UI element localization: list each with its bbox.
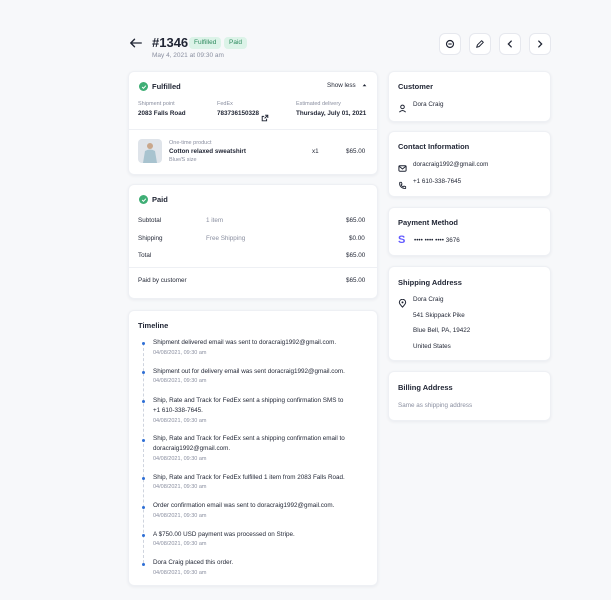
timeline-title: Timeline <box>138 321 169 330</box>
product-type: One-time product <box>169 140 212 146</box>
shipment-point-value: 2083 Falls Road <box>138 110 186 117</box>
check-circle-icon <box>139 195 148 204</box>
chevron-right-icon <box>538 40 543 48</box>
timeline-dot <box>142 439 145 442</box>
billing-address-title: Billing Address <box>398 383 453 392</box>
user-icon <box>398 100 407 118</box>
paid-badge: Paid <box>224 37 248 49</box>
contact-email[interactable]: doracraig1992@gmail.com <box>413 161 488 168</box>
refund-button[interactable] <box>439 33 461 55</box>
timeline-event-text-line2: +1 610-338-7645. <box>153 407 203 414</box>
billing-address-card <box>388 371 551 421</box>
billing-address-text: Same as shipping address <box>398 402 473 409</box>
shipping-label: Shipping <box>138 235 163 242</box>
product-name[interactable]: Cotton relaxed sweatshirt <box>169 148 246 155</box>
refund-icon <box>445 39 455 49</box>
back-arrow-icon[interactable] <box>130 36 146 50</box>
divider <box>129 267 377 268</box>
timeline-event-text: Shipment delivered email was sent to dor… <box>153 339 337 346</box>
timeline-event-text: Ship, Rate and Track for FedEx fulfilled… <box>153 474 345 481</box>
timeline-event-text: Order confirmation email was sent to dor… <box>153 502 335 509</box>
product-thumbnail <box>138 139 162 163</box>
contact-title: Contact Information <box>398 142 470 151</box>
timeline-event-time: 04/08/2021, 09:30 am <box>153 418 207 424</box>
external-link-icon[interactable] <box>261 109 269 127</box>
timeline-event-text: Shipment out for delivery email was sent… <box>153 368 345 375</box>
timeline-dot <box>142 342 145 345</box>
timeline-event-time: 04/08/2021, 09:30 am <box>153 484 207 490</box>
edit-button[interactable] <box>469 33 491 55</box>
product-qty: x1 <box>312 148 319 155</box>
payment-card <box>388 207 551 256</box>
contact-phone[interactable]: +1 610-338-7645 <box>413 178 461 185</box>
order-date: May 4, 2021 at 09:30 am <box>152 52 224 59</box>
customer-title: Customer <box>398 82 434 91</box>
shipping-line1: Dora Craig <box>413 296 444 303</box>
timeline-event-time: 04/08/2021, 09:30 am <box>153 570 207 576</box>
timeline-dot <box>142 506 145 509</box>
shipping-address-title: Shipping Address <box>398 278 462 287</box>
timeline-event-time: 04/08/2021, 09:30 am <box>153 456 207 462</box>
timeline-event-text: Ship, Rate and Track for FedEx sent a sh… <box>153 397 344 404</box>
timeline-dot <box>142 371 145 374</box>
total-amount: $65.00 <box>346 252 366 259</box>
timeline-event-time: 04/08/2021, 09:30 am <box>153 350 207 356</box>
timeline-event-text: A $750.00 USD payment was processed on S… <box>153 531 295 538</box>
customer-card <box>388 71 551 122</box>
subtotal-amount: $65.00 <box>346 217 366 224</box>
previous-order-button[interactable] <box>499 33 521 55</box>
show-less-toggle[interactable]: Show less <box>327 82 367 89</box>
paid-title: Paid <box>152 195 168 204</box>
timeline-dot <box>142 400 145 403</box>
timeline-event-time: 04/08/2021, 09:30 am <box>153 378 207 384</box>
shipment-point-label: Shipment point <box>138 101 175 107</box>
timeline-event-time: 04/08/2021, 09:30 am <box>153 513 207 519</box>
stripe-logo-icon: S <box>398 234 406 246</box>
shipping-line2: 541 Skippack Pike <box>413 312 465 319</box>
fulfilled-title: Fulfilled <box>152 82 181 91</box>
timeline-event-text: Ship, Rate and Track for FedEx sent a sh… <box>153 435 345 442</box>
divider <box>129 129 377 130</box>
subtotal-label: Subtotal <box>138 217 162 224</box>
phone-icon <box>398 177 407 195</box>
shipping-line3: Blue Bell, PA, 19422 <box>413 327 471 334</box>
timeline-dot <box>142 563 145 566</box>
customer-name[interactable]: Dora Craig <box>413 101 443 108</box>
tracking-number[interactable]: 783736150328 <box>217 110 259 117</box>
timeline-dot <box>142 477 145 480</box>
subtotal-detail: 1 item <box>206 217 224 224</box>
chevron-left-icon <box>507 40 512 48</box>
timeline-dot <box>142 534 145 537</box>
fulfilled-badge: Fulfilled <box>189 37 222 49</box>
product-price: $65.00 <box>346 148 366 155</box>
show-less-label: Show less <box>327 82 356 89</box>
paid-by-label: Paid by customer <box>138 277 187 284</box>
estimated-delivery-value: Thursday, July 01, 2021 <box>296 110 367 117</box>
check-circle-icon <box>139 82 148 91</box>
shipping-detail: Free Shipping <box>206 235 246 242</box>
timeline-event-text: Dora Craig placed this order. <box>153 559 234 566</box>
timeline-event-text-line2: doracraig1992@gmail.com. <box>153 445 231 452</box>
card-number-masked: •••• •••• •••• 3676 <box>414 237 460 244</box>
pencil-icon <box>476 40 484 48</box>
estimated-delivery-label: Estimated delivery <box>296 101 341 107</box>
paid-by-amount: $65.00 <box>346 277 366 284</box>
next-order-button[interactable] <box>529 33 551 55</box>
shipping-line4: United States <box>413 343 451 350</box>
shipping-amount: $0.00 <box>349 235 365 242</box>
total-label: Total <box>138 252 152 259</box>
chevron-up-icon <box>362 82 367 89</box>
carrier-label: FedEx <box>217 101 233 107</box>
product-variant: Blue/S size <box>169 157 197 163</box>
payment-title: Payment Method <box>398 218 459 227</box>
location-pin-icon <box>398 295 407 313</box>
mail-icon <box>398 160 407 178</box>
timeline-event-time: 04/08/2021, 09:30 am <box>153 541 207 547</box>
order-number: #1346 <box>152 35 189 50</box>
timeline-line <box>143 343 144 563</box>
